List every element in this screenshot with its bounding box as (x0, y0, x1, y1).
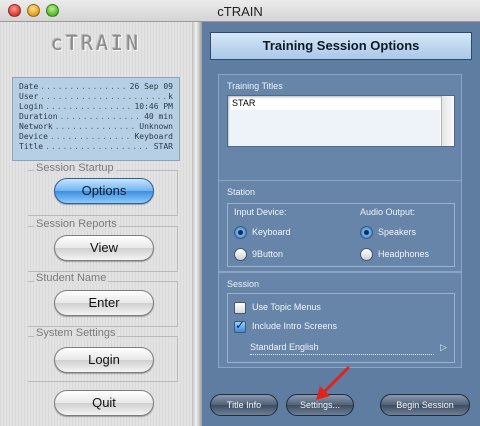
session-info-box: Date..................26 Sep 09 User....… (12, 77, 180, 161)
speakers-radio[interactable] (360, 226, 373, 239)
use-topic-menus-label: Use Topic Menus (252, 302, 321, 312)
audio-output-label: Audio Output: (360, 207, 416, 217)
headphones-radio[interactable] (360, 248, 373, 261)
list-item[interactable]: STAR (229, 97, 440, 109)
panel-divider[interactable] (192, 22, 202, 426)
scrollbar[interactable] (441, 96, 454, 146)
quit-button[interactable]: Quit (54, 390, 154, 416)
headphones-radio-label: Headphones (378, 249, 430, 259)
session-label: Session (227, 279, 260, 289)
info-row-login: Login..................10:46 PM (19, 102, 173, 111)
view-button[interactable]: View (54, 235, 154, 261)
section-label-session-reports: Session Reports (34, 218, 119, 230)
section-label-system-settings: System Settings (34, 327, 118, 339)
use-topic-menus-checkbox[interactable] (234, 302, 246, 314)
app-logo: cTRAIN (50, 31, 142, 55)
annotation-arrow-icon (316, 366, 350, 400)
station-options-box: Input Device: Audio Output: Keyboard 9Bu… (227, 203, 455, 267)
include-intro-label: Include Intro Screens (252, 321, 338, 331)
info-row-device: Device..................Keyboard (19, 132, 173, 141)
window-title: cTRAIN (217, 4, 263, 19)
training-titles-label: Training Titles (227, 81, 283, 91)
language-underline (250, 354, 434, 355)
keyboard-radio-label: Keyboard (252, 227, 291, 237)
title-info-button[interactable]: Title Info (210, 394, 278, 416)
training-titles-list[interactable]: STAR (227, 95, 455, 147)
page-title: Training Session Options (210, 32, 472, 60)
sidebar: cTRAIN Date..................26 Sep 09 U… (0, 22, 192, 426)
speakers-radio-label: Speakers (378, 227, 417, 237)
enter-button[interactable]: Enter (54, 290, 154, 316)
keyboard-radio[interactable] (234, 226, 247, 239)
include-intro-checkbox[interactable] (234, 318, 246, 333)
station-label: Station (227, 187, 256, 197)
session-group: Session Use Topic Menus Include Intro Sc… (218, 272, 462, 368)
language-select[interactable]: Standard English (250, 342, 319, 352)
begin-session-button[interactable]: Begin Session (380, 394, 470, 416)
login-button[interactable]: Login (54, 347, 154, 373)
9button-radio-label: 9Button (252, 249, 284, 259)
info-row-title: Title.................. STAR (19, 142, 173, 151)
list-empty-area (229, 110, 440, 146)
station-group: Station Input Device: Audio Output: Keyb… (218, 180, 462, 272)
options-button[interactable]: Options (54, 178, 154, 204)
info-row-duration: Duration..................40 min (19, 112, 173, 121)
info-row-date: Date..................26 Sep 09 (19, 82, 173, 91)
input-device-label: Input Device: (234, 207, 287, 217)
training-titles-group: Training Titles STAR (218, 74, 462, 182)
session-options-box: Use Topic Menus Include Intro Screens St… (227, 293, 455, 363)
info-row-user: User..................................k (19, 92, 173, 101)
disclosure-arrow-icon[interactable]: ▷ (440, 343, 447, 353)
9button-radio[interactable] (234, 248, 247, 261)
section-label-session-startup: Session Startup (34, 162, 116, 174)
title-bar: cTRAIN (0, 0, 480, 22)
section-label-student-name: Student Name (34, 272, 109, 284)
info-row-network: Network..................Unknown (19, 122, 173, 131)
